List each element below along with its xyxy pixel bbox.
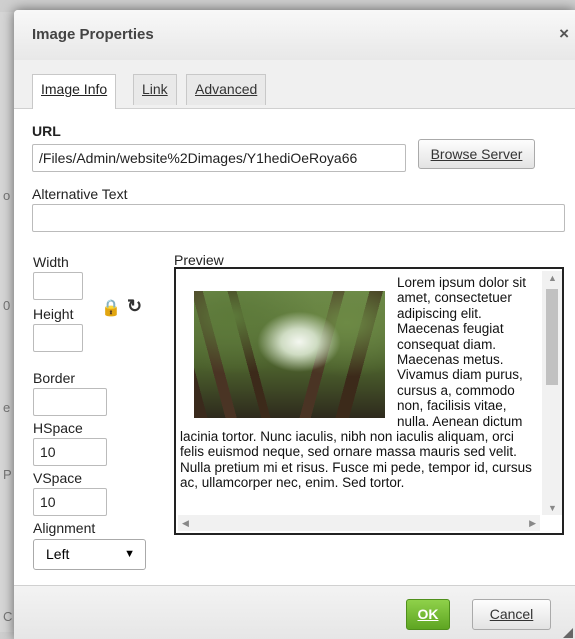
background-text: C xyxy=(3,609,13,624)
background-text: e xyxy=(3,400,11,415)
scroll-up-icon[interactable]: ▲ xyxy=(548,273,557,283)
tab-link[interactable]: Link xyxy=(133,74,177,105)
alignment-value: Left xyxy=(46,546,70,562)
close-icon[interactable]: × xyxy=(559,24,569,44)
ok-button[interactable]: OK xyxy=(406,599,450,630)
url-label: URL xyxy=(32,123,61,139)
border-input[interactable] xyxy=(33,388,107,416)
chevron-down-icon: ▼ xyxy=(124,548,135,560)
preview-vertical-scrollbar[interactable]: ▲ ▼ xyxy=(542,271,562,515)
height-label: Height xyxy=(33,306,74,322)
scrollbar-thumb[interactable] xyxy=(546,289,558,385)
dialog-titlebar[interactable]: Image Properties × xyxy=(14,10,575,61)
vspace-label: VSpace xyxy=(33,470,83,486)
scroll-left-icon[interactable]: ◀ xyxy=(182,518,189,529)
preview-horizontal-scrollbar[interactable]: ◀ ▶ xyxy=(178,515,540,531)
tab-strip: Image Info Link Advanced xyxy=(14,60,575,109)
tab-image-info[interactable]: Image Info xyxy=(32,74,117,109)
background-text: 0 xyxy=(3,298,11,313)
width-input[interactable] xyxy=(33,272,83,300)
hspace-label: HSpace xyxy=(33,420,83,436)
preview-pane[interactable]: Lorem ipsum dolor sit amet, consectetuer… xyxy=(174,267,564,535)
vspace-input[interactable]: 10 xyxy=(33,488,107,516)
width-label: Width xyxy=(33,254,69,270)
background-text: o xyxy=(3,188,11,203)
alignment-select[interactable]: Left ▼ xyxy=(33,539,146,570)
browse-server-button[interactable]: Browse Server xyxy=(418,139,535,169)
border-label: Border xyxy=(33,370,76,386)
cancel-button[interactable]: Cancel xyxy=(472,599,551,630)
resize-handle-icon[interactable] xyxy=(563,628,573,638)
preview-content: Lorem ipsum dolor sit amet, consectetuer… xyxy=(178,271,540,515)
image-properties-dialog: Image Properties × Image Info Link Advan… xyxy=(14,10,575,639)
scroll-right-icon[interactable]: ▶ xyxy=(529,518,536,529)
reset-size-icon[interactable]: ↻ xyxy=(127,296,142,317)
dialog-footer: OK Cancel xyxy=(14,585,575,639)
dialog-title: Image Properties xyxy=(32,26,154,43)
background-text: P xyxy=(3,467,12,482)
url-input[interactable]: /Files/Admin/website%2Dimages/Y1hediOeRo… xyxy=(32,144,406,172)
preview-image xyxy=(194,291,385,418)
alignment-label: Alignment xyxy=(33,520,96,536)
scroll-down-icon[interactable]: ▼ xyxy=(548,503,557,513)
height-input[interactable] xyxy=(33,324,83,352)
lock-ratio-icon[interactable]: 🔒 xyxy=(101,298,121,318)
preview-label: Preview xyxy=(174,252,224,268)
preview-body: Lorem ipsum dolor sit amet, consectetuer… xyxy=(178,271,540,491)
hspace-input[interactable]: 10 xyxy=(33,438,107,466)
alternative-text-input[interactable] xyxy=(32,204,565,232)
alternative-text-label: Alternative Text xyxy=(32,186,128,202)
tab-advanced[interactable]: Advanced xyxy=(186,74,267,105)
